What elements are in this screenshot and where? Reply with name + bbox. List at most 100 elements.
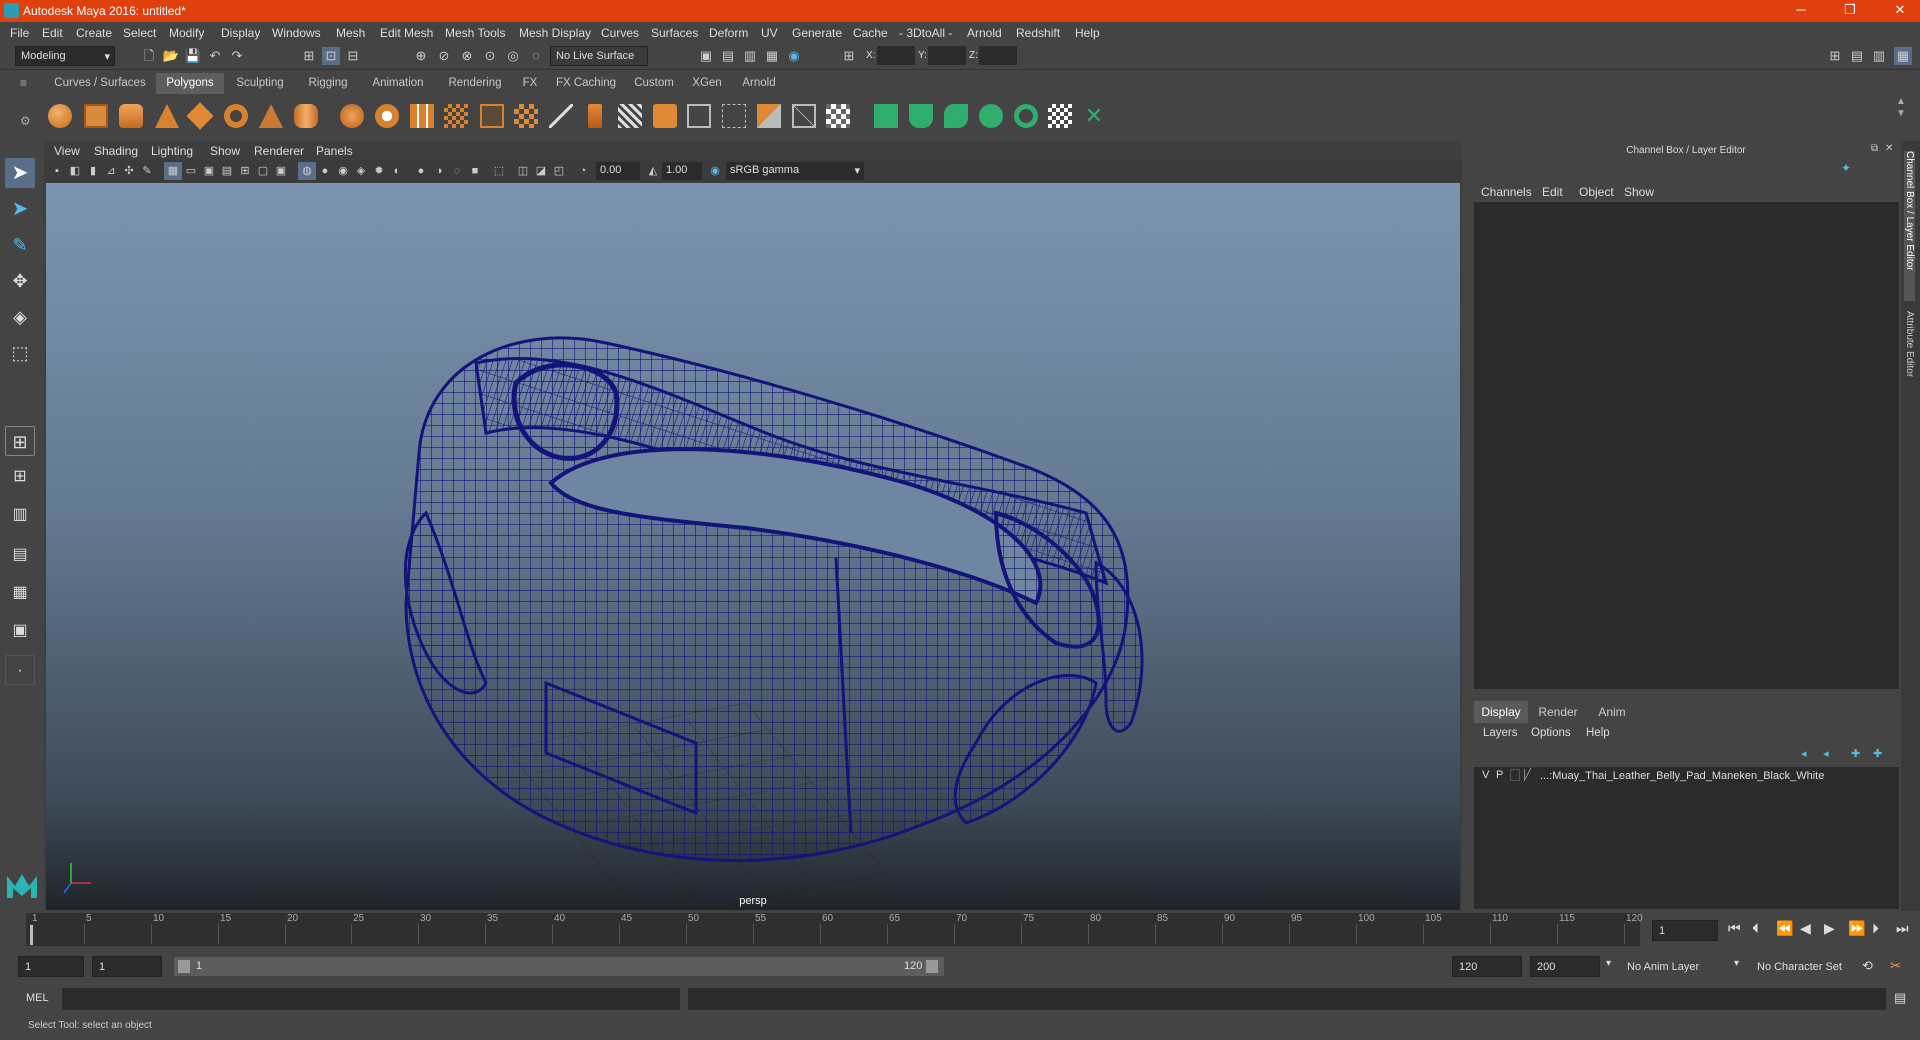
auto-key-icon[interactable]: ⟲: [1862, 958, 1873, 974]
tab-fx-caching[interactable]: FX Caching: [546, 73, 626, 94]
tab-render[interactable]: Render: [1531, 701, 1585, 723]
step-forward-key-icon[interactable]: ⏩: [1848, 920, 1865, 937]
tab-curves-surfaces[interactable]: Curves / Surfaces: [44, 73, 156, 94]
maya-home-icon[interactable]: [5, 870, 39, 900]
new-layer-selected-icon[interactable]: ✚: [1873, 747, 1882, 760]
gamma-field[interactable]: 1.00: [662, 162, 702, 180]
redo-icon[interactable]: ↷: [228, 47, 246, 65]
move-layer-up-icon[interactable]: ◂: [1801, 747, 1807, 760]
menu-mesh-display[interactable]: Mesh Display: [519, 26, 591, 40]
multi-cut-icon[interactable]: [687, 104, 711, 128]
viewport-menu-lighting[interactable]: Lighting: [151, 144, 193, 158]
restore-button[interactable]: ❐: [1835, 2, 1865, 20]
transform-mode-icon[interactable]: ⊞: [840, 47, 858, 65]
fill-hole-icon[interactable]: [826, 104, 850, 128]
live-surface-field[interactable]: No Live Surface: [550, 46, 648, 66]
new-layer-icon[interactable]: ✚: [1851, 747, 1860, 760]
play-forwards-icon[interactable]: ▶: [1824, 920, 1835, 937]
planar-map-icon[interactable]: [909, 104, 933, 128]
menu-modify[interactable]: Modify: [169, 26, 204, 40]
delete-edge-icon[interactable]: [792, 104, 816, 128]
spherical-map-icon[interactable]: [979, 104, 1003, 128]
tab-display[interactable]: Display: [1474, 701, 1528, 723]
exposure-field[interactable]: 0.00: [596, 162, 640, 180]
gamma-icon[interactable]: ◭: [644, 162, 662, 180]
single-layout-icon[interactable]: ⊞: [5, 426, 35, 456]
shelf-scroll-up-icon[interactable]: ▲: [1896, 96, 1906, 107]
command-input[interactable]: [62, 988, 680, 1010]
snap-grid-icon[interactable]: ⊕: [412, 47, 430, 65]
bevel-icon[interactable]: [653, 104, 677, 128]
wireframe-model[interactable]: [46, 183, 1460, 924]
menu-mesh-tools[interactable]: Mesh Tools: [445, 26, 505, 40]
smooth-shade-icon[interactable]: ●: [316, 162, 334, 180]
layer-color-swatch[interactable]: ╱: [1524, 769, 1536, 781]
end-time-field[interactable]: 200: [1530, 956, 1600, 977]
wireframe-on-shaded-icon[interactable]: ◉: [334, 162, 352, 180]
tool-settings-icon[interactable]: ▥: [1870, 47, 1888, 65]
motion-blur-icon[interactable]: ◑: [430, 162, 448, 180]
color-space-dropdown[interactable]: sRGB gamma ▾: [726, 162, 864, 180]
camera-select-icon[interactable]: ▪: [48, 162, 66, 180]
wireframe-icon[interactable]: ◍: [298, 162, 316, 180]
film-gate-icon[interactable]: ▭: [182, 162, 200, 180]
render-frame-icon[interactable]: ▤: [719, 47, 737, 65]
safe-title-icon[interactable]: ▣: [272, 162, 290, 180]
menu-arnold[interactable]: Arnold: [967, 26, 1002, 40]
shelf-menu-icon[interactable]: ≡: [20, 76, 32, 90]
tab-custom[interactable]: Custom: [626, 73, 682, 94]
x-field[interactable]: [877, 46, 915, 65]
viewport-menu-renderer[interactable]: Renderer: [254, 144, 304, 158]
tab-anim[interactable]: Anim: [1587, 701, 1637, 723]
tab-rigging[interactable]: Rigging: [296, 73, 360, 94]
separate-icon[interactable]: [375, 104, 399, 128]
channel-box-menu-show[interactable]: Show: [1624, 185, 1654, 199]
menu-cache[interactable]: Cache: [853, 26, 888, 40]
step-back-key-icon[interactable]: ⏪: [1776, 920, 1793, 937]
range-handle-start[interactable]: [178, 960, 190, 973]
side-tab-channel-box[interactable]: Channel Box / Layer Editor: [1904, 151, 1915, 301]
command-language-label[interactable]: MEL: [26, 992, 49, 1004]
menu-deform[interactable]: Deform: [709, 26, 748, 40]
custom-layout-icon[interactable]: ·: [5, 655, 35, 685]
poly-plane-icon[interactable]: [186, 102, 214, 130]
menu-redshift[interactable]: Redshift: [1016, 26, 1060, 40]
shelf-scroll-down-icon[interactable]: ▼: [1896, 108, 1906, 119]
ipr-render-icon[interactable]: ▥: [741, 47, 759, 65]
side-tab-attribute-editor[interactable]: Attribute Editor: [1904, 311, 1915, 411]
tab-fx[interactable]: FX: [514, 73, 546, 94]
y-field[interactable]: [928, 46, 966, 65]
menu-uv[interactable]: UV: [761, 26, 778, 40]
move-tool-icon[interactable]: ✥: [5, 266, 35, 296]
paint-select-icon[interactable]: ✎: [5, 230, 35, 260]
channel-box-menu-channels[interactable]: Channels: [1481, 185, 1532, 199]
two-view-layout-icon[interactable]: ▥: [5, 500, 35, 530]
menu-3dtoall[interactable]: - 3DtoAll -: [899, 26, 952, 40]
select-object-icon[interactable]: ⊡: [322, 47, 340, 65]
move-layer-down-icon[interactable]: ◂: [1823, 747, 1829, 760]
xray-icon[interactable]: ◫: [514, 162, 532, 180]
auto-map-icon[interactable]: [1014, 104, 1038, 128]
xray-components-icon[interactable]: ◰: [550, 162, 568, 180]
layer-visibility[interactable]: V: [1482, 769, 1489, 781]
current-frame-field[interactable]: 1: [1652, 920, 1718, 941]
channel-box-menu-object[interactable]: Object: [1579, 185, 1614, 199]
lasso-tool-icon[interactable]: ➤: [5, 194, 35, 224]
select-component-icon[interactable]: ⊟: [344, 47, 362, 65]
go-to-start-icon[interactable]: ⏮: [1728, 920, 1741, 937]
layer-menu-options[interactable]: Options: [1531, 727, 1571, 739]
menu-display[interactable]: Display: [221, 26, 260, 40]
modeling-toolkit-icon[interactable]: ⊞: [1826, 47, 1844, 65]
layer-type-toggle[interactable]: [1510, 769, 1520, 781]
layer-row[interactable]: V P ╱ ...:Muay_Thai_Leather_Belly_Pad_Ma…: [1474, 767, 1899, 785]
minimize-button[interactable]: ─: [1786, 2, 1816, 20]
hypershade-icon[interactable]: ◉: [785, 47, 803, 65]
save-scene-icon[interactable]: 💾: [184, 47, 202, 65]
boolean-icon[interactable]: [480, 104, 504, 128]
scale-tool-icon[interactable]: ⬚: [5, 338, 35, 368]
channel-box-icon[interactable]: ▦: [1894, 47, 1912, 65]
layer-name[interactable]: ...:Muay_Thai_Leather_Belly_Pad_Maneken_…: [1540, 770, 1824, 782]
render-settings-icon[interactable]: ▦: [763, 47, 781, 65]
perspective-scene[interactable]: persp: [46, 183, 1460, 924]
step-back-frame-icon[interactable]: ⏴: [1752, 920, 1759, 937]
